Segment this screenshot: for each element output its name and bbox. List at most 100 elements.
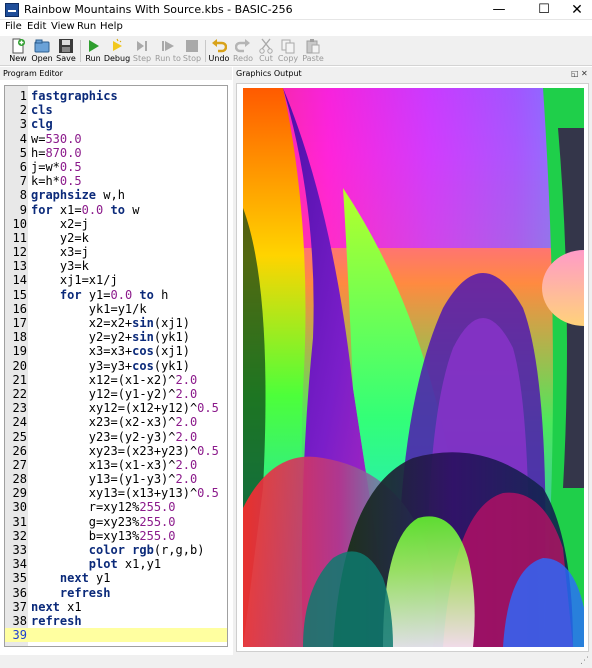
code-text: y2=k bbox=[31, 231, 89, 245]
code-line[interactable]: 3 clg bbox=[5, 117, 227, 131]
code-line[interactable]: 24 x23=(x2-x3)^2.0 bbox=[5, 415, 227, 429]
code-line[interactable]: 8 graphsize w,h bbox=[5, 188, 227, 202]
code-token: x12=(x1-x2)^ bbox=[31, 372, 176, 387]
code-line[interactable]: 6 j=w*0.5 bbox=[5, 160, 227, 174]
close-panel-icon[interactable]: ✕ bbox=[581, 67, 588, 80]
line-number: 3 bbox=[19, 117, 27, 132]
float-panel-icon[interactable]: ◱ bbox=[571, 67, 579, 80]
code-line[interactable]: 17 x2=x2+sin(xj1) bbox=[5, 316, 227, 330]
code-line[interactable]: 18 y2=y2+sin(yk1) bbox=[5, 330, 227, 344]
line-number: 5 bbox=[19, 145, 27, 160]
code-text: x13=(x1-x3)^2.0 bbox=[31, 458, 197, 472]
stop-button[interactable]: Stop bbox=[178, 37, 206, 65]
code-line[interactable]: 23 xy12=(x12+y12)^0.5 bbox=[5, 401, 227, 415]
paste-button[interactable]: Paste bbox=[299, 37, 327, 65]
code-text: x12=(x1-x2)^2.0 bbox=[31, 373, 197, 387]
code-line[interactable]: 30 r=xy12%255.0 bbox=[5, 500, 227, 514]
step-icon bbox=[134, 38, 150, 54]
code-token: 0.5 bbox=[59, 159, 82, 174]
menu-view[interactable]: View bbox=[51, 21, 75, 32]
code-line[interactable]: 21 x12=(x1-x2)^2.0 bbox=[5, 373, 227, 387]
step-button[interactable]: Step bbox=[128, 37, 156, 65]
program-editor[interactable]: 1 fastgraphics 2 cls 3 clg 4 w=530.0 5 h=870.0 6 j=… bbox=[4, 85, 228, 647]
code-token: sin bbox=[132, 316, 154, 330]
code-line[interactable]: 19 x3=x3+cos(xj1) bbox=[5, 344, 227, 358]
menu-edit[interactable]: Edit bbox=[27, 21, 46, 32]
code-line[interactable]: 11 y2=k bbox=[5, 231, 227, 245]
code-text: xy23=(x23+y23)^0.5 bbox=[31, 444, 219, 458]
code-token: x3=j bbox=[31, 245, 89, 260]
code-line[interactable]: 32 b=xy13%255.0 bbox=[5, 529, 227, 543]
line-number: 28 bbox=[12, 472, 27, 487]
code-line[interactable]: 9 for x1=0.0 to w bbox=[5, 203, 227, 217]
run-to-icon bbox=[160, 38, 176, 54]
code-token: y2=k bbox=[31, 230, 89, 245]
code-line[interactable]: 33 color rgb(r,g,b) bbox=[5, 543, 227, 557]
code-line[interactable]: 20 y3=y3+cos(yk1) bbox=[5, 359, 227, 373]
menu-run[interactable]: Run bbox=[77, 21, 96, 32]
line-number: 15 bbox=[12, 287, 27, 302]
debug-label: Debug bbox=[103, 54, 131, 63]
line-number: 9 bbox=[19, 202, 27, 217]
save-button[interactable]: Save bbox=[52, 37, 80, 65]
code-text: x2=j bbox=[31, 217, 89, 231]
code-line[interactable]: 15 for y1=0.0 to h bbox=[5, 288, 227, 302]
code-text: xy13=(x13+y13)^0.5 bbox=[31, 486, 219, 500]
code-token: 2.0 bbox=[175, 429, 198, 444]
code-line[interactable]: 29 xy13=(x13+y13)^0.5 bbox=[5, 486, 227, 500]
minimize-button[interactable]: — bbox=[484, 0, 514, 20]
code-token: y23=(y2-y3)^ bbox=[31, 429, 176, 444]
code-line[interactable]: 35 next y1 bbox=[5, 571, 227, 585]
code-line[interactable]: 13 y3=k bbox=[5, 259, 227, 273]
code-token: next bbox=[31, 599, 60, 614]
code-line[interactable]: 26 xy23=(x23+y23)^0.5 bbox=[5, 444, 227, 458]
code-line[interactable]: 14 xj1=x1/j bbox=[5, 273, 227, 287]
line-number: 33 bbox=[12, 543, 27, 557]
code-line[interactable]: 10 x2=j bbox=[5, 217, 227, 231]
code-line[interactable]: 38 refresh bbox=[5, 614, 227, 628]
save-label: Save bbox=[56, 54, 76, 63]
code-area[interactable]: 1 fastgraphics 2 cls 3 clg 4 w=530.0 5 h=870.0 6 j=… bbox=[5, 89, 227, 643]
debug-button[interactable]: Debug bbox=[103, 37, 131, 65]
code-line[interactable]: 25 y23=(y2-y3)^2.0 bbox=[5, 430, 227, 444]
code-line[interactable]: 12 x3=j bbox=[5, 245, 227, 259]
app-icon bbox=[5, 3, 19, 17]
line-number: 26 bbox=[12, 443, 27, 458]
code-line[interactable]: 36 refresh bbox=[5, 586, 227, 600]
code-line[interactable]: 28 y13=(y1-y3)^2.0 bbox=[5, 472, 227, 486]
title-bar: Rainbow Mountains With Source.kbs - BASI… bbox=[0, 0, 592, 20]
code-line[interactable]: 1 fastgraphics bbox=[5, 89, 227, 103]
code-line[interactable]: 2 cls bbox=[5, 103, 227, 117]
maximize-button[interactable]: ☐ bbox=[529, 0, 559, 20]
line-number: 18 bbox=[12, 330, 27, 345]
code-line[interactable]: 4 w=530.0 bbox=[5, 132, 227, 146]
step-label: Step bbox=[132, 54, 152, 63]
resize-grip-icon[interactable]: ⋰ bbox=[580, 656, 589, 666]
code-line[interactable]: 34 plot x1,y1 bbox=[5, 557, 227, 571]
code-text: fastgraphics bbox=[31, 89, 118, 103]
copy-button[interactable]: Copy bbox=[274, 37, 302, 65]
code-token: 0.5 bbox=[59, 174, 82, 189]
code-line[interactable]: 7 k=h*0.5 bbox=[5, 174, 227, 188]
code-text: xj1=x1/j bbox=[31, 273, 118, 287]
status-bar: ⋰ bbox=[0, 655, 592, 668]
code-token: cos bbox=[132, 358, 154, 373]
code-line[interactable]: 31 g=xy23%255.0 bbox=[5, 515, 227, 529]
code-token: k=h* bbox=[31, 174, 60, 189]
menu-file[interactable]: File bbox=[5, 21, 22, 32]
code-token: refresh bbox=[31, 613, 82, 628]
code-token: (xj1) bbox=[153, 316, 190, 330]
close-button[interactable]: ✕ bbox=[562, 0, 592, 20]
code-line[interactable]: 5 h=870.0 bbox=[5, 146, 227, 160]
code-line[interactable]: 27 x13=(x1-x3)^2.0 bbox=[5, 458, 227, 472]
line-number: 39 bbox=[12, 628, 27, 643]
code-token: 0.5 bbox=[197, 401, 219, 416]
code-line[interactable]: 16 yk1=y1/k bbox=[5, 302, 227, 316]
code-line[interactable]: 39 bbox=[5, 628, 227, 643]
code-line[interactable]: 22 y12=(y1-y2)^2.0 bbox=[5, 387, 227, 401]
menu-help[interactable]: Help bbox=[100, 21, 123, 32]
code-text: clg bbox=[31, 117, 53, 131]
code-token: color bbox=[88, 543, 125, 557]
code-line[interactable]: 37 next x1 bbox=[5, 600, 227, 614]
